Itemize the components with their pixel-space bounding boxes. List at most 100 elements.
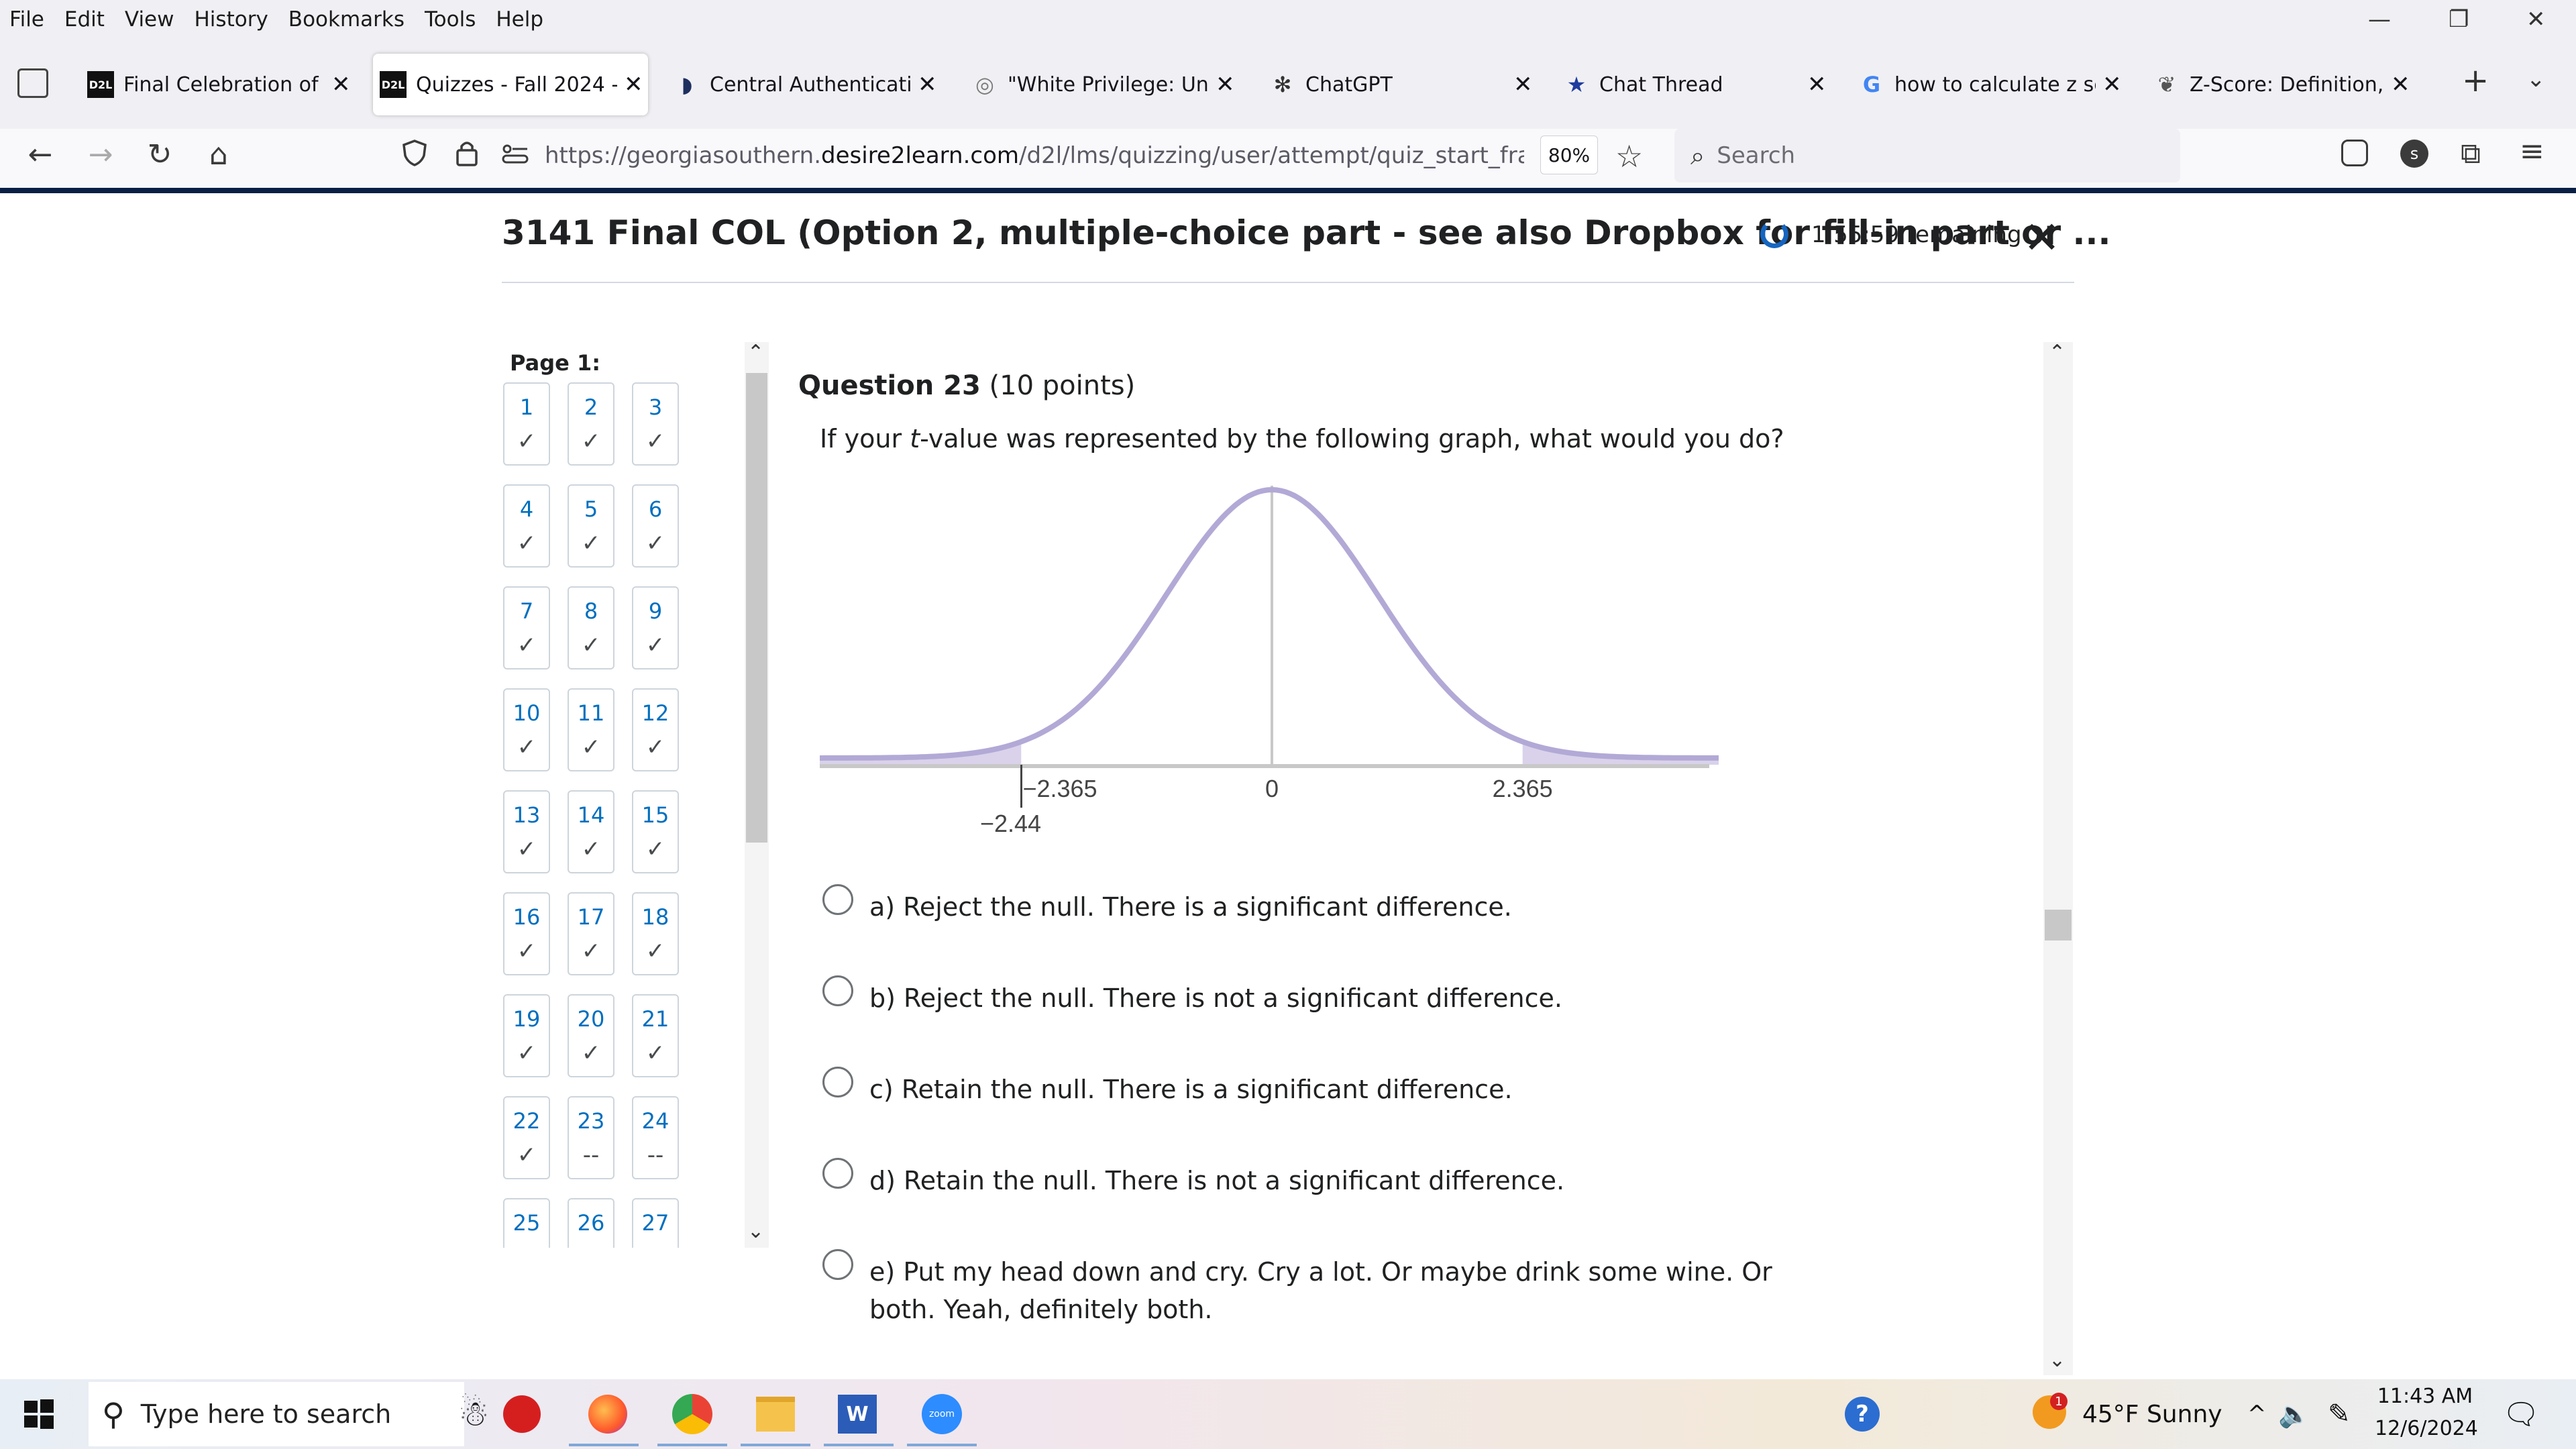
question-nav-item[interactable]: 16 ✓ [503, 892, 550, 975]
close-tab-icon[interactable]: ✕ [1216, 71, 1235, 98]
close-quiz-icon[interactable]: ✕ [2023, 212, 2060, 264]
tab-5[interactable]: ✻ ChatGPT ✕ [1263, 54, 1538, 115]
question-nav-item[interactable]: 1 ✓ [503, 382, 550, 466]
tray-overflow-chevron-icon[interactable]: ^ [2247, 1382, 2267, 1446]
menu-view[interactable]: View [125, 7, 174, 32]
forward-icon[interactable]: → [80, 134, 121, 174]
nav-scroll-up-icon[interactable]: ⌃ [747, 341, 764, 364]
answer-choice-c[interactable]: c) Retain the null. There is a significa… [822, 1067, 1829, 1114]
zoom-level-button[interactable]: 80% [1540, 136, 1598, 174]
answer-choice-d[interactable]: d) Retain the null. There is not a signi… [822, 1158, 1829, 1205]
question-nav-item[interactable]: 23 -- [568, 1096, 614, 1179]
tab-list-chevron-icon[interactable]: ⌄ [2526, 66, 2546, 93]
content-scroll-up-icon[interactable]: ⌃ [2049, 341, 2065, 364]
firefox-icon[interactable] [584, 1390, 632, 1438]
question-nav-item[interactable]: 12 ✓ [632, 688, 679, 771]
permissions-icon[interactable] [502, 144, 529, 164]
question-nav-item[interactable]: 25 [503, 1198, 550, 1248]
question-nav-item[interactable]: 22 ✓ [503, 1096, 550, 1179]
close-tab-icon[interactable]: ✕ [331, 71, 351, 98]
back-icon[interactable]: ← [20, 134, 60, 174]
bookmark-star-icon[interactable]: ☆ [1615, 138, 1643, 174]
close-tab-icon[interactable]: ✕ [1807, 71, 1827, 98]
answer-choice-b[interactable]: b) Reject the null. There is not a signi… [822, 975, 1829, 1022]
close-tab-icon[interactable]: ✕ [2102, 71, 2122, 98]
taskbar-search-box[interactable]: ⚲ Type here to search [89, 1382, 464, 1446]
volume-icon[interactable]: 🔈 [2278, 1382, 2310, 1446]
content-scroll-down-icon[interactable]: ⌄ [2049, 1348, 2065, 1372]
shield-icon[interactable] [400, 138, 429, 168]
question-nav-item[interactable]: 27 [632, 1198, 679, 1248]
answer-choice-e[interactable]: e) Put my head down and cry. Cry a lot. … [822, 1249, 1829, 1336]
question-nav-item[interactable]: 17 ✓ [568, 892, 614, 975]
pen-icon[interactable]: ✎ [2328, 1382, 2351, 1446]
clock-date[interactable]: 12/6/2024 [2375, 1417, 2478, 1440]
menu-tools[interactable]: Tools [425, 7, 476, 32]
notifications-icon[interactable]: 🗨 [2502, 1382, 2540, 1446]
question-nav-item[interactable]: 19 ✓ [503, 994, 550, 1077]
menu-history[interactable]: History [195, 7, 268, 32]
search-bar[interactable]: ⌕ Search [1674, 129, 2180, 182]
tab-8[interactable]: ❦ Z-Score: Definition, Fo ✕ [2147, 54, 2415, 115]
content-scrollbar[interactable] [2043, 342, 2073, 1375]
tab-6[interactable]: ★ Chat Thread ✕ [1556, 54, 1831, 115]
question-nav-item[interactable]: 15 ✓ [632, 790, 679, 873]
question-nav-item[interactable]: 10 ✓ [503, 688, 550, 771]
menu-bookmarks[interactable]: Bookmarks [288, 7, 405, 32]
question-nav-item[interactable]: 8 ✓ [568, 586, 614, 669]
answer-radio[interactable] [822, 975, 853, 1006]
tab-3[interactable]: ◗ Central Authentication ✕ [667, 54, 942, 115]
close-tab-icon[interactable]: ✕ [918, 71, 937, 98]
question-nav-item[interactable]: 26 [568, 1198, 614, 1248]
question-nav-item[interactable]: 18 ✓ [632, 892, 679, 975]
tab-1[interactable]: D2L Final Celebration of Le✕ [80, 54, 356, 115]
extensions-icon[interactable]: ⧉ [2461, 137, 2481, 170]
question-nav-item[interactable]: 4 ✓ [503, 484, 550, 568]
close-tab-icon[interactable]: ✕ [2391, 71, 2410, 98]
question-nav-item[interactable]: 24 -- [632, 1096, 679, 1179]
close-window-icon[interactable]: ✕ [2526, 0, 2546, 39]
close-tab-icon[interactable]: ✕ [1513, 71, 1533, 98]
question-nav-scroll-thumb[interactable] [746, 373, 767, 843]
menu-help[interactable]: Help [496, 7, 543, 32]
answer-choice-a[interactable]: a) Reject the null. There is a significa… [822, 884, 1829, 931]
question-nav-item[interactable]: 5 ✓ [568, 484, 614, 568]
question-nav-item[interactable]: 3 ✓ [632, 382, 679, 466]
answer-radio[interactable] [822, 1067, 853, 1097]
windows-start-icon[interactable] [23, 1398, 55, 1430]
answer-radio[interactable] [822, 884, 853, 915]
app-menu-icon[interactable]: ≡ [2520, 134, 2544, 168]
profile-avatar[interactable]: s [2400, 140, 2428, 168]
answer-radio[interactable] [822, 1158, 853, 1189]
question-nav-item[interactable]: 21 ✓ [632, 994, 679, 1077]
restore-icon[interactable]: ❐ [2449, 0, 2469, 39]
tab-7[interactable]: Ghow to calculate z sco ✕ [1851, 54, 2127, 115]
new-tab-icon[interactable]: + [2462, 62, 2489, 99]
zoom-app-icon[interactable]: zoom [918, 1390, 966, 1438]
question-nav-item[interactable]: 11 ✓ [568, 688, 614, 771]
pocket-icon[interactable] [2341, 140, 2368, 166]
question-nav-item[interactable]: 2 ✓ [568, 382, 614, 466]
question-nav-item[interactable]: 9 ✓ [632, 586, 679, 669]
file-explorer-icon[interactable] [751, 1390, 800, 1438]
question-nav-item[interactable]: 13 ✓ [503, 790, 550, 873]
url-field[interactable]: https://georgiasouthern. desire2learn.com… [545, 129, 1524, 182]
answer-radio[interactable] [822, 1249, 853, 1280]
question-nav-item[interactable]: 20 ✓ [568, 994, 614, 1077]
nav-scroll-down-icon[interactable]: ⌄ [747, 1220, 764, 1243]
lock-icon[interactable] [453, 138, 480, 168]
chrome-icon[interactable] [668, 1390, 716, 1438]
tab-2[interactable]: D2L Quizzes - Fall 2024 - R ✕ [373, 54, 648, 115]
content-scroll-thumb[interactable] [2045, 910, 2072, 941]
home-icon[interactable]: ⌂ [199, 134, 239, 174]
minimize-icon[interactable]: — [2368, 0, 2391, 39]
word-icon[interactable]: W [833, 1390, 881, 1438]
question-nav-item[interactable]: 14 ✓ [568, 790, 614, 873]
help-app-icon[interactable]: ? [1838, 1390, 1886, 1438]
question-nav-item[interactable]: 7 ✓ [503, 586, 550, 669]
weather-text[interactable]: 45°F Sunny [2082, 1382, 2222, 1446]
close-tab-icon[interactable]: ✕ [624, 71, 643, 98]
reload-icon[interactable]: ↻ [140, 134, 180, 174]
clock-time[interactable]: 11:43 AM [2375, 1385, 2475, 1408]
question-nav-item[interactable]: 6 ✓ [632, 484, 679, 568]
